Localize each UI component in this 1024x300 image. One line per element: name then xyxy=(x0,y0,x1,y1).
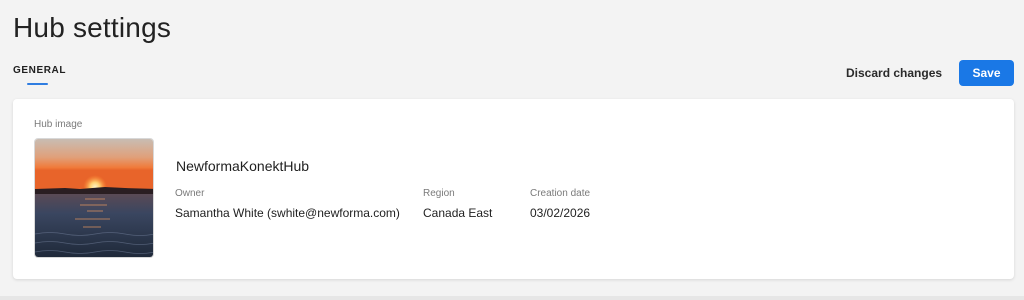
sunset-over-water-photo xyxy=(35,139,153,257)
region-label: Region xyxy=(423,188,455,199)
save-button[interactable]: Save xyxy=(959,60,1014,86)
region-value: Canada East xyxy=(423,206,493,220)
page-title: Hub settings xyxy=(13,12,172,43)
hub-details-card: Hub image NewformaKonektHub Owner Samant… xyxy=(13,99,1014,279)
hub-image[interactable] xyxy=(34,138,154,258)
hub-image-label: Hub image xyxy=(34,119,83,130)
discard-changes-button[interactable]: Discard changes xyxy=(838,61,950,85)
owner-value: Samantha White (swhite@newforma.com) xyxy=(175,206,400,220)
owner-label: Owner xyxy=(175,188,205,199)
tab-general[interactable]: GENERAL xyxy=(13,65,66,76)
creation-date-value: 03/02/2026 xyxy=(530,206,591,220)
active-tab-indicator xyxy=(27,83,48,85)
creation-date-label: Creation date xyxy=(530,188,591,199)
hub-name: NewformaKonektHub xyxy=(176,158,310,174)
bottom-divider xyxy=(0,296,1024,300)
